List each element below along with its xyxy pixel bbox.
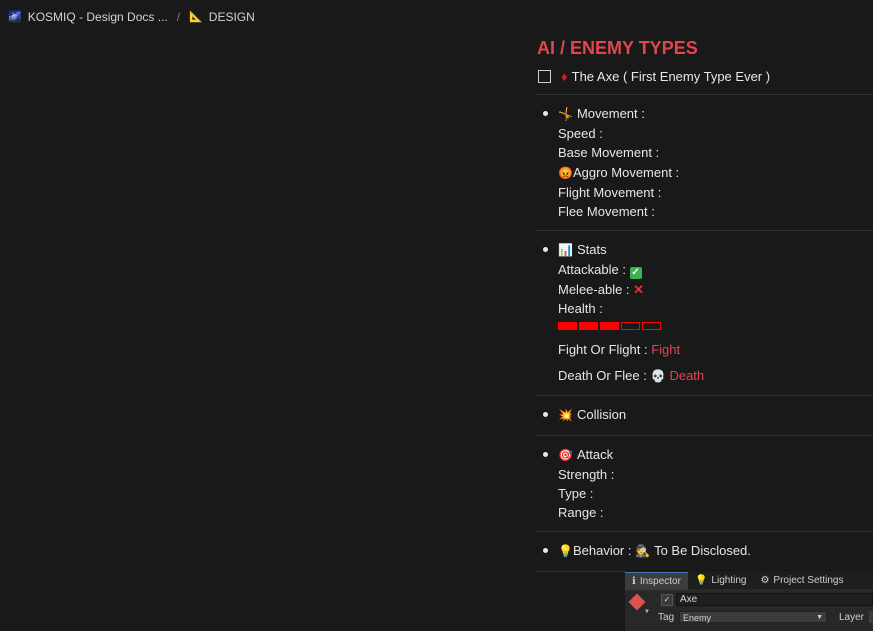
stats-title: Stats [576,242,607,258]
attack-type: Type : [558,486,594,502]
game-object-icon[interactable] [628,593,646,611]
stats-health-label: Health : [558,300,603,316]
todo-item: ♦ The Axe ( First Enemy Type Ever ) [535,66,873,86]
check-mark-icon: ✓ [629,267,642,280]
death-label: Death Or Flee : [558,368,647,384]
movement-base: Base Movement : [558,145,660,161]
triangle-ruler-icon: 📐 [189,11,203,23]
movement-aggro-row: 😡Aggro Movement : [535,163,873,183]
stats-fight: Fight Or Flight : Fight [535,340,873,359]
todo-checkbox[interactable] [538,69,551,83]
stats-death: Death Or Flee : 💀 Death [535,366,873,386]
angry-face-icon: 😡 [558,165,573,180]
stats-attackable: Attackable : ✓ [535,260,873,280]
breadcrumb-item-design[interactable]: 📐 DESIGN [189,10,255,24]
todo-text[interactable]: The Axe ( First Enemy Type Ever ) [572,69,770,84]
bar-chart-icon: 📊 [558,243,573,258]
detective-icon: 🕵 [635,544,651,559]
section-movement: 🤸 Movement : Speed : Base Movement : 😡Agg… [535,95,873,230]
layer-dropdown[interactable] [869,611,873,623]
behavior-label: Behavior : [572,543,632,559]
page-content: AI / ENEMY TYPES ♦ The Axe ( First Enemy… [535,36,873,572]
target-icon: 🎯 [558,447,573,462]
dropdown-arrow-icon[interactable]: ▼ [644,609,650,615]
section-stats: 📊 Stats Attackable : ✓ Melee-able : ✕ Hea… [535,231,873,395]
health-segment-empty [621,322,640,331]
health-segment-filled [600,322,619,331]
death-value: Death [669,368,705,384]
collision-title: Collision [576,407,627,423]
breadcrumb-label: DESIGN [208,10,255,24]
diamond-icon: ♦ [561,68,568,84]
bullet-movement: 🤸 Movement : [535,104,873,124]
object-name-input[interactable] [676,593,873,606]
breadcrumb-separator: / [176,10,181,24]
attack-title: Attack [576,446,614,462]
movement-flight: Flight Movement : [558,184,662,200]
bullet-behavior: 💡Behavior : 🕵 To Be Disclosed. [535,541,873,561]
fight-label: Fight Or Flight : [558,342,648,358]
tab-lighting[interactable]: 💡 Lighting [688,572,753,589]
tab-inspector[interactable]: ℹ Inspector [625,571,688,590]
tab-label: Lighting [711,575,747,586]
health-bar [535,322,873,336]
breadcrumb: 🌌 KOSMIQ - Design Docs ... / 📐 DESIGN [8,10,255,24]
movement-aggro: Aggro Movement : [572,164,680,180]
movement-speed: Speed : [558,126,603,142]
section-behavior: 💡Behavior : 🕵 To Be Disclosed. [535,532,873,570]
notion-page: 🌌 KOSMIQ - Design Docs ... / 📐 DESIGN AI… [0,0,873,631]
layer-label: Layer [839,612,865,623]
inspector-tab-bar: ℹ Inspector 💡 Lighting ⚙ Project Setting… [625,571,873,590]
attackable-label: Attackable : [558,262,626,278]
chevron-down-icon: ▼ [816,614,823,621]
movement-title: Movement : [576,106,645,121]
section-collision: 💥 Collision [535,396,873,434]
movement-flee: Flee Movement : [558,204,655,220]
health-segment-filled [579,322,598,331]
tag-label: Tag [658,612,675,623]
bullet-stats: 📊 Stats [535,240,873,260]
stats-melee: Melee-able : ✕ [535,280,873,299]
attack-range: Range : [558,505,604,521]
section-attack: 🎯 Attack Strength : Type : Range : [535,436,873,532]
galaxy-icon: 🌌 [8,11,22,23]
bullet-attack: 🎯 Attack [535,445,873,465]
skull-icon: 💀 [650,369,666,384]
bullet-collision: 💥 Collision [535,405,873,425]
tag-dropdown[interactable]: Enemy ▼ [679,611,827,623]
behavior-value: To Be Disclosed. [654,543,751,559]
breadcrumb-item-kosmiq[interactable]: 🌌 KOSMIQ - Design Docs ... [8,10,168,24]
health-segment-empty [642,322,661,331]
tab-label: Project Settings [773,575,844,586]
breadcrumb-label: KOSMIQ - Design Docs ... [27,10,168,24]
tag-value: Enemy [683,613,712,623]
light-bulb-icon: 💡 [558,544,573,559]
tab-label: Inspector [639,575,681,587]
melee-label: Melee-able : [558,281,630,297]
tab-project-settings[interactable]: ⚙ Project Settings [753,572,850,589]
health-segment-filled [558,322,577,331]
gear-icon: ⚙ [760,575,770,586]
bulb-icon: 💡 [694,575,708,586]
fight-value: Fight [651,342,681,358]
inspector-body: ▼ ✓ Tag Enemy ▼ Layer [625,589,873,631]
active-checkbox[interactable]: ✓ [661,594,673,606]
cross-mark-icon: ✕ [633,281,645,297]
juggler-icon: 🤸 [558,107,573,121]
attack-strength: Strength : [558,466,615,482]
page-heading: AI / ENEMY TYPES [537,38,698,58]
unity-inspector-panel: ℹ Inspector 💡 Lighting ⚙ Project Setting… [625,571,873,631]
info-icon: ℹ [632,575,636,587]
collision-icon: 💥 [558,408,573,423]
